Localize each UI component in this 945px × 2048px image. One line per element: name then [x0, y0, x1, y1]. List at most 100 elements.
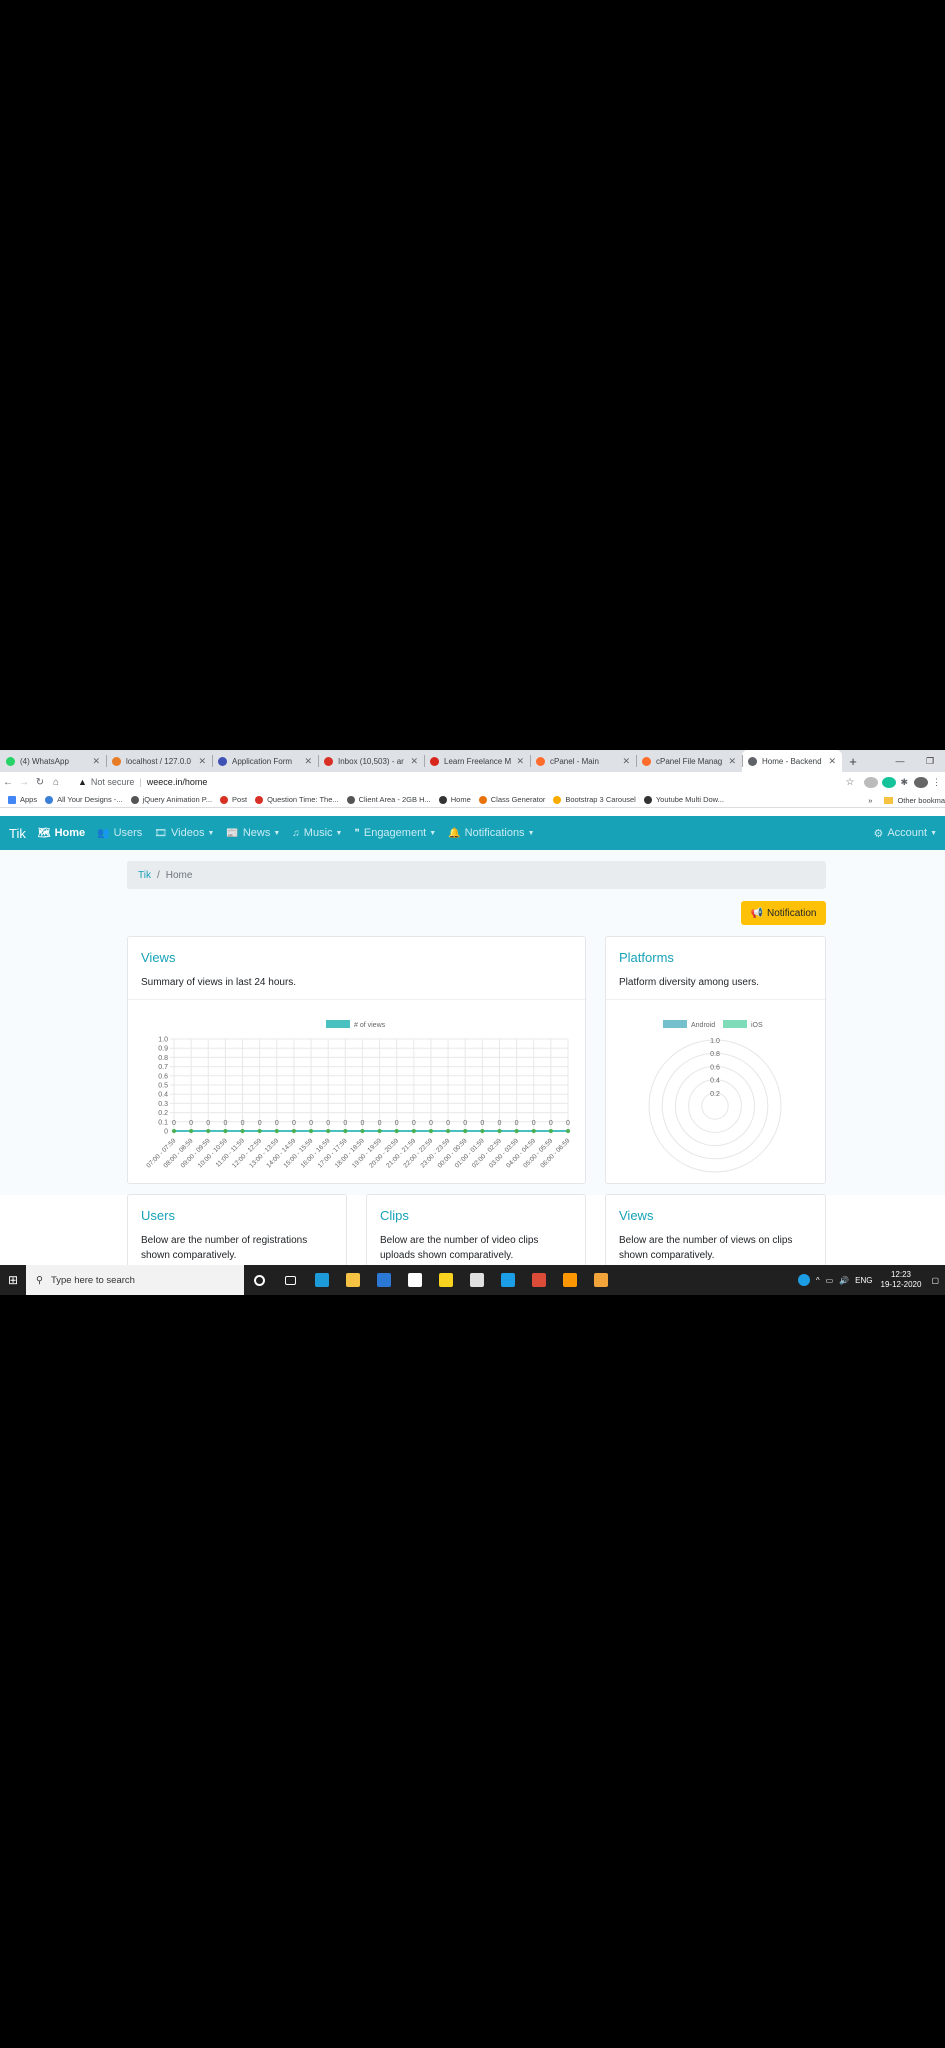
bookmark-item[interactable]: jQuery Animation P...: [130, 795, 212, 804]
url-field[interactable]: ▲ Not secure | weece.in/home: [68, 774, 838, 790]
star-icon[interactable]: ☆: [845, 777, 854, 788]
bookmark-item[interactable]: Bootstrap 3 Carousel: [553, 795, 636, 804]
tab-close-icon[interactable]: ✕: [516, 756, 524, 767]
address-bar: ← → ↻ ⌂ ▲ Not secure | weece.in/home ☆ ✱…: [0, 772, 945, 792]
mail-taskbar-button[interactable]: [368, 1265, 399, 1295]
nav-item-engagement[interactable]: ❞ Engagement ▼: [354, 827, 436, 839]
winamp-taskbar-button[interactable]: [461, 1265, 492, 1295]
tab-close-icon[interactable]: ✕: [728, 756, 736, 767]
tab-close-icon[interactable]: ✕: [92, 756, 100, 767]
menu-icon[interactable]: ⋮: [932, 777, 941, 788]
sublime-icon: [562, 1273, 577, 1287]
notification-center-icon[interactable]: ▢: [931, 1276, 939, 1285]
tab-close-icon[interactable]: ✕: [304, 756, 312, 767]
language-indicator[interactable]: ENG: [855, 1276, 872, 1285]
security-label: Not secure: [90, 777, 135, 787]
cortana-taskbar-button[interactable]: [244, 1265, 275, 1295]
taskbar-clock[interactable]: 12:23 19-12-2020: [881, 1270, 922, 1290]
tab-label: (4) WhatsApp: [20, 756, 69, 766]
users-card-title: Users: [141, 1208, 175, 1223]
task-view-taskbar-button[interactable]: [275, 1265, 306, 1295]
bookmarks-overflow-icon[interactable]: »: [868, 796, 872, 805]
help-icon[interactable]: [797, 1274, 810, 1286]
chrome-taskbar-button[interactable]: [523, 1265, 554, 1295]
browser-tab[interactable]: cPanel File Manag ✕: [636, 750, 742, 772]
bookmark-item[interactable]: Post: [220, 795, 247, 804]
paint-taskbar-button[interactable]: [585, 1265, 616, 1295]
tab-favicon-icon: [536, 756, 545, 766]
volume-icon[interactable]: 🔊: [839, 1276, 849, 1285]
nav-item-videos[interactable]: 🎞 Videos ▼: [154, 827, 214, 839]
nav-item-label: Engagement: [363, 827, 427, 839]
data-point: [566, 1129, 570, 1133]
back-icon[interactable]: ←: [0, 777, 16, 788]
edge-taskbar-button[interactable]: [306, 1265, 337, 1295]
bookmark-item[interactable]: Youtube Multi Dow...: [643, 795, 724, 804]
nav-item-notifications[interactable]: 🔔 Notifications ▼: [448, 827, 534, 839]
data-label: 0: [549, 1120, 553, 1127]
radial-tick-label: 0.6: [710, 1064, 720, 1071]
new-tab-button[interactable]: +: [842, 754, 864, 769]
tab-close-icon[interactable]: ✕: [410, 756, 418, 767]
other-bookmarks[interactable]: Other bookma: [897, 796, 945, 805]
gear-icon: ⚙: [873, 827, 884, 840]
sticky-notes-taskbar-button[interactable]: [430, 1265, 461, 1295]
browser-tab[interactable]: (4) WhatsApp ✕: [0, 750, 106, 772]
tab-label: cPanel - Main: [550, 756, 599, 766]
y-tick-label: 0: [164, 1129, 168, 1136]
tab-close-icon[interactable]: ✕: [622, 756, 630, 767]
browser-tab[interactable]: Inbox (10,503) - ar ✕: [318, 750, 424, 772]
nav-item-users[interactable]: 👥 Users: [97, 827, 142, 839]
bookmark-item[interactable]: Class Generator: [478, 795, 545, 804]
notification-button[interactable]: 📢 Notification: [741, 901, 826, 925]
browser-tab[interactable]: Learn Freelance M ✕: [424, 750, 530, 772]
chevron-up-icon[interactable]: ^: [816, 1276, 820, 1285]
windows-start-icon[interactable]: ⊞: [0, 1273, 26, 1287]
clock-date: 19-12-2020: [880, 1280, 922, 1289]
bookmark-item[interactable]: Question Time: The...: [255, 795, 339, 804]
data-label: 0: [172, 1120, 176, 1127]
bookmark-item[interactable]: Home: [438, 795, 471, 804]
sublime-taskbar-button[interactable]: [554, 1265, 585, 1295]
browser-tab[interactable]: Home - Backend ✕: [742, 750, 842, 772]
data-label: 0: [258, 1120, 262, 1127]
nav-item-news[interactable]: 📰 News ▼: [226, 827, 280, 839]
bookmark-item[interactable]: All Your Designs -...: [45, 795, 123, 804]
reload-icon[interactable]: ↻: [32, 777, 48, 788]
system-tray: ^ ▭ 🔊 ENG 12:23 19-12-2020 ▢: [797, 1265, 945, 1295]
file-explorer-taskbar-button[interactable]: [337, 1265, 368, 1295]
nav-item-music[interactable]: ♫ Music ▼: [292, 827, 342, 839]
browser-tab[interactable]: Application Form ✕: [212, 750, 318, 772]
network-icon[interactable]: ▭: [826, 1276, 834, 1285]
nav-item-home[interactable]: 🗺 Home: [38, 827, 85, 839]
puzzle-icon[interactable]: ✱: [900, 777, 908, 788]
extension-icon[interactable]: [864, 776, 879, 788]
data-point: [411, 1129, 416, 1133]
data-point: [274, 1129, 279, 1133]
tab-close-icon[interactable]: ✕: [828, 756, 836, 767]
browser-tab[interactable]: localhost / 127.0.0 ✕: [106, 750, 212, 772]
home-icon[interactable]: ⌂: [48, 777, 64, 788]
clips-card-title: Clips: [380, 1208, 409, 1223]
bookmark-item[interactable]: Client Area - 2GB H...: [346, 795, 431, 804]
dropbox-taskbar-button[interactable]: [399, 1265, 430, 1295]
breadcrumb-current: Home: [165, 869, 193, 881]
breadcrumb-root-link[interactable]: Tik: [138, 870, 151, 881]
skype-taskbar-button[interactable]: [492, 1265, 523, 1295]
minimize-icon[interactable]: —: [885, 756, 915, 766]
tab-close-icon[interactable]: ✕: [198, 756, 206, 767]
taskbar-search-box[interactable]: ⚲ Type here to search: [26, 1265, 244, 1295]
browser-tab[interactable]: cPanel - Main ✕: [530, 750, 636, 772]
forward-icon[interactable]: →: [16, 777, 32, 788]
legend-swatch: [326, 1020, 350, 1028]
skype-icon: [500, 1273, 515, 1287]
maximize-icon[interactable]: ❐: [915, 756, 945, 767]
avatar[interactable]: [914, 776, 928, 788]
account-menu[interactable]: ⚙ Account ▼: [873, 816, 937, 850]
brand-logo[interactable]: Tik: [9, 826, 26, 841]
grammarly-icon[interactable]: [882, 776, 897, 788]
bookmark-label: Home: [450, 795, 471, 804]
data-point: [257, 1129, 262, 1133]
data-label: 0: [275, 1120, 279, 1127]
bookmark-item[interactable]: Apps: [8, 795, 37, 804]
